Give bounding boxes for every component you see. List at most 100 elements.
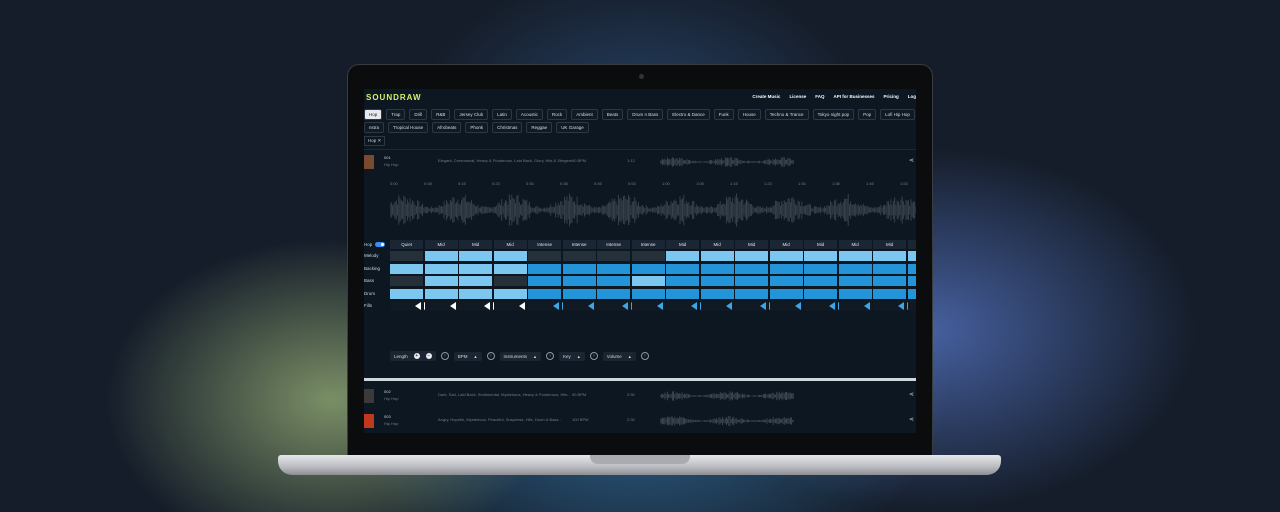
fill-left-arrow-icon[interactable] [863,302,870,310]
instrument-cell[interactable] [390,276,424,286]
instrument-cell[interactable] [804,263,838,274]
instrument-cell[interactable] [459,251,493,261]
genre-chip[interactable]: Afrobeats [432,122,462,133]
fill-left-arrow-icon[interactable] [725,302,732,310]
fill-left-arrow-icon[interactable] [760,302,767,310]
genre-chip[interactable]: House [737,109,761,120]
genre-chip[interactable]: Electro & Dance [667,109,710,120]
instrument-cell[interactable] [666,263,700,274]
help-icon[interactable]: ? [486,352,495,360]
genre-chip[interactable]: Beats [601,109,624,120]
energy-level-header[interactable]: Intense [597,240,631,249]
track-row[interactable]: 003 Hip Hop Angry, Hopeful, Mysterious, Pe… [364,410,916,433]
fill-left-arrow-icon[interactable] [656,302,663,310]
nav-link-5[interactable]: Log [908,94,916,99]
instrument-cell[interactable] [804,288,838,299]
genre-chip[interactable]: Tropical House [388,122,429,133]
instrument-cell[interactable] [769,251,803,261]
energy-level-header[interactable]: Mid [424,240,458,249]
energy-level-header[interactable]: Mid [735,240,769,249]
genre-chip[interactable]: Pop [858,109,877,120]
nav-link-2[interactable]: FAQ [815,94,824,99]
genre-chip[interactable]: Acoustic [515,109,543,120]
energy-level-header[interactable]: Mid [459,240,493,249]
instrument-cell[interactable] [700,263,734,274]
energy-level-header[interactable]: Mid [666,240,700,249]
instrument-cell[interactable] [493,263,527,274]
genre-chip[interactable]: Reggae [526,122,553,133]
brand-logo[interactable]: SOUNDRAW [366,93,422,102]
energy-level-header[interactable]: Mid [769,240,803,249]
energy-level-header[interactable]: Mid [873,240,907,249]
genre-chip[interactable]: Christmas [492,122,523,133]
instrument-cell[interactable] [700,276,734,286]
energy-level-header[interactable]: Mid [804,240,838,249]
energy-level-header[interactable]: Intense [631,240,665,249]
energy-level-header[interactable]: Quiet [390,240,424,249]
instruments-control[interactable]: Instruments ▲ [499,351,541,361]
genre-chip[interactable]: Hop [364,109,383,120]
genre-chip[interactable]: Latin [492,109,512,120]
help-icon[interactable]: ? [589,352,598,360]
nav-link-4[interactable]: Pricing [883,94,898,99]
instrument-cell[interactable] [873,276,907,286]
fill-left-arrow-icon[interactable] [898,302,905,310]
nav-link-1[interactable]: License [789,94,806,99]
instrument-cell[interactable] [597,263,631,274]
fill-left-arrow-icon[interactable] [553,302,560,310]
genre-chip[interactable]: R&B [431,109,451,120]
genre-chip[interactable]: Phonk [465,122,489,133]
instrument-cell[interactable] [493,251,527,261]
instrument-cell[interactable] [459,288,493,299]
share-icon[interactable]: ⋖ [909,416,914,423]
instrument-cell[interactable] [700,288,734,299]
track-waveform[interactable] [660,416,794,426]
energy-toggle[interactable] [375,242,385,247]
fill-cell[interactable] [907,301,916,311]
instrument-cell[interactable] [631,276,665,286]
share-icon[interactable]: ⋖ [909,391,914,398]
genre-chip[interactable]: Trap [386,109,406,120]
track-thumbnail[interactable] [364,414,374,428]
instrument-cell[interactable] [528,276,562,286]
help-icon[interactable]: ? [640,352,649,360]
instrument-cell[interactable] [907,263,916,274]
genre-chip[interactable]: Ambient [571,109,598,120]
main-waveform[interactable] [390,193,916,227]
instrument-cell[interactable] [493,276,527,286]
help-icon[interactable]: ? [545,352,554,360]
key-control[interactable]: Key ▲ [558,351,585,361]
nav-link-3[interactable]: API for Businesses [833,94,874,99]
track-thumbnail[interactable] [364,155,374,169]
instrument-cell[interactable] [666,276,700,286]
genre-chip[interactable]: Funk [713,109,734,120]
help-icon[interactable]: ? [440,352,449,360]
track-waveform[interactable] [660,157,794,167]
instrument-cell[interactable] [838,276,872,286]
genre-chip[interactable]: Rock [546,109,568,120]
instrument-cell[interactable] [735,263,769,274]
instrument-cell[interactable] [597,288,631,299]
nav-link-0[interactable]: Create Music [752,94,780,99]
instrument-cell[interactable] [424,288,458,299]
instrument-cell[interactable] [631,288,665,299]
instrument-cell[interactable] [459,263,493,274]
instrument-cell[interactable] [597,251,631,261]
volume-control[interactable]: Volume ▲ [602,351,636,361]
genre-chip[interactable]: Lofi Hip Hop [880,109,915,120]
instrument-cell[interactable] [769,263,803,274]
instrument-cell[interactable] [838,251,872,261]
instrument-cell[interactable] [700,251,734,261]
instrument-cell[interactable] [562,251,596,261]
energy-level-header[interactable]: Intense [562,240,596,249]
instrument-cell[interactable] [424,251,458,261]
instrument-cell[interactable] [769,276,803,286]
instrument-cell[interactable] [493,288,527,299]
track-row[interactable]: 001 Hip Hop Elegant, Ceremonial, Heavy & P… [364,151,916,175]
instrument-cell[interactable] [597,276,631,286]
plus-icon[interactable]: + [413,353,420,359]
track-row[interactable]: 002 Hip Hop Dark, Sad, Laid Back, Sentimen… [364,385,916,409]
minus-icon[interactable]: − [425,353,432,359]
instrument-cell[interactable] [666,251,700,261]
instrument-cell[interactable] [804,276,838,286]
